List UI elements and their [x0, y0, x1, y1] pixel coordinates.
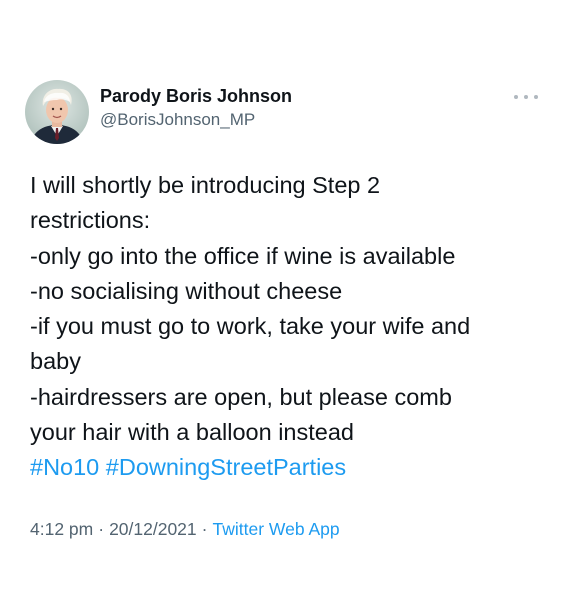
separator: ·	[98, 519, 105, 539]
separator: ·	[201, 519, 208, 539]
tweet-time[interactable]: 4:12 pm	[30, 519, 93, 539]
avatar-image	[25, 80, 89, 144]
tweet-line: -if you must go to work, take your wife …	[30, 313, 471, 340]
tweet-line: -hairdressers are open, but please comb	[30, 383, 452, 410]
hashtag-line: #No10 #DowningStreetParties	[30, 450, 550, 485]
tweet-source-link[interactable]: Twitter Web App	[212, 519, 339, 539]
display-name[interactable]: Parody Boris Johnson	[100, 86, 292, 107]
tweet-line: -no socialising without cheese	[30, 277, 343, 304]
tweet-line: baby	[30, 348, 81, 375]
tweet-line: your hair with a balloon instead	[30, 419, 354, 446]
dot	[514, 95, 518, 99]
dot	[534, 95, 538, 99]
tweet-meta: 4:12 pm · 20/12/2021 · Twitter Web App	[30, 519, 340, 540]
tweet-date[interactable]: 20/12/2021	[109, 519, 197, 539]
tweet-line: -only go into the office if wine is avai…	[30, 242, 456, 269]
dot	[524, 95, 528, 99]
tweet-text: I will shortly be introducing Step 2 res…	[30, 168, 550, 486]
hashtag-downing-street-parties[interactable]: #DowningStreetParties	[106, 454, 346, 480]
more-horizontal-icon[interactable]	[514, 90, 538, 104]
hashtag-no10[interactable]: #No10	[30, 454, 99, 480]
tweet-line: I will shortly be introducing Step 2	[30, 172, 381, 198]
tweet-line: restrictions:	[30, 207, 151, 234]
user-handle[interactable]: @BorisJohnson_MP	[100, 110, 255, 130]
avatar[interactable]	[25, 80, 89, 144]
